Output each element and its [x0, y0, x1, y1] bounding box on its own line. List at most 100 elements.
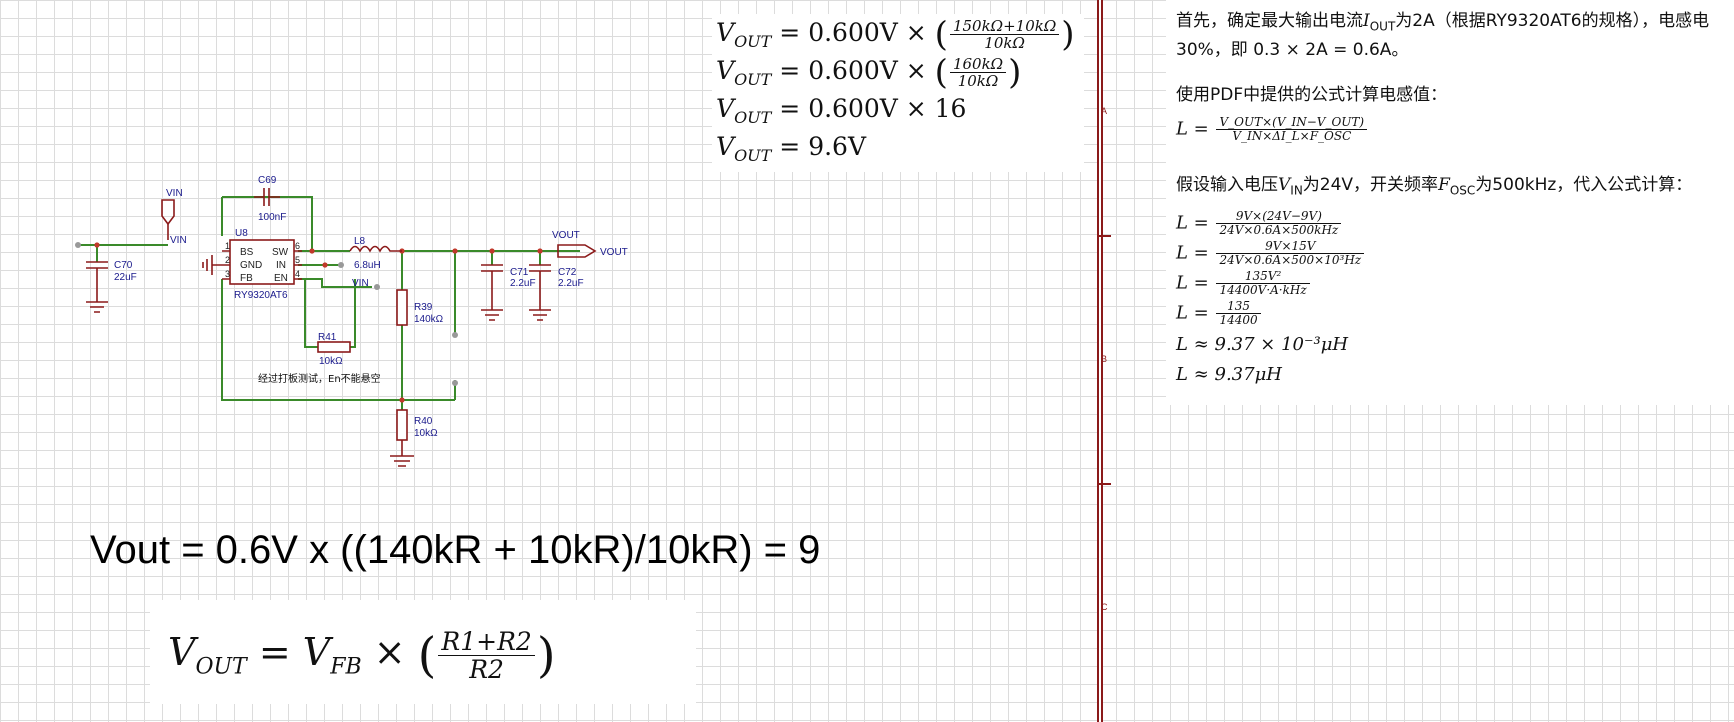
eq-fraction: 135V² 14400V·A·kHz [1216, 269, 1310, 298]
calc-line: L = 9V×15V 24V×0.6A×500×10³Hz [1176, 239, 1366, 267]
eq-lhs: L [1176, 364, 1188, 385]
paren-close: ) [1061, 14, 1075, 55]
c71-value: 2.2uF [510, 278, 536, 289]
u8-part: RY9320AT6 [234, 290, 288, 301]
c72-ref: C72 [558, 267, 577, 278]
resistor-r39[interactable]: R39 140kΩ [396, 289, 444, 326]
inductor-l8[interactable]: L8 6.8uH [349, 236, 402, 271]
ic-u8[interactable]: U8 RY9320AT6 1 2 3 BS GND FB SW IN EN 6 … [222, 228, 302, 301]
frac-num: 9V×(24V−9V) [1216, 209, 1342, 225]
frame-tick [1097, 235, 1111, 237]
frac-num: 135V² [1216, 269, 1310, 285]
paren-open: ( [934, 14, 948, 55]
zone-label: C [1101, 602, 1108, 612]
eq-lhs: L [1176, 242, 1188, 264]
paragraph-2: 30%，即 0.3 × 2A = 0.6A。 [1176, 40, 1409, 60]
l8-value: 6.8uH [354, 260, 381, 271]
resistor-r41[interactable]: R41 10kΩ [317, 332, 351, 367]
c72-value: 2.2uF [558, 278, 584, 289]
frame-tick [1097, 483, 1111, 485]
symbol-sub: OSC [1449, 183, 1476, 198]
text: 为2A（根据RY9320AT6的规格），电感电 [1395, 11, 1710, 31]
eq-rhs: ≈ 9.37μH [1193, 364, 1282, 385]
approx-line: L ≈ 9.37 × 10⁻³μH [1176, 334, 1348, 355]
equation-line: VOUT = 0.600V × (150kΩ+10kΩ 10kΩ) [716, 14, 1084, 55]
calc-line: L = 9V×(24V−9V) 24V×0.6A×500kHz [1176, 209, 1343, 238]
pin-num: 3 [225, 269, 230, 279]
eq-lhs-sub: OUT [734, 70, 772, 89]
vout-port[interactable]: VOUT VOUT [552, 230, 628, 258]
pin-name: EN [274, 273, 288, 284]
eq-lhs-sub: OUT [195, 654, 247, 680]
symbol: I [1363, 11, 1370, 31]
frac-num: 9V×15V [1216, 239, 1365, 255]
paragraph-3: 使用PDF中提供的公式计算电感值： [1176, 85, 1448, 105]
general-formula-box: VOUT = VFB × (R1+R2 R2) [150, 600, 696, 704]
eq-rhs: = 0.600V × 16 [779, 94, 967, 123]
r40-ref: R40 [414, 416, 433, 427]
capacitor-c70[interactable]: C70 22uF [86, 260, 137, 313]
capacitor-c71[interactable]: C71 2.2uF [481, 264, 536, 321]
frac-den: R2 [469, 655, 504, 684]
frac-den: 10kΩ [984, 34, 1025, 52]
eq-lhs: L [1176, 212, 1188, 234]
c70-value: 22uF [114, 272, 137, 283]
capacitor-c69[interactable]: C69 100nF [254, 175, 286, 223]
pin-num: 2 [225, 255, 230, 265]
eq-lhs: V [716, 132, 735, 161]
calc-line: L = 135V² 14400V·A·kHz [1176, 269, 1312, 298]
paragraph-4: 假设输入电压VIN为24V，开关频率FOSC为500kHz，代入公式计算： [1176, 170, 1692, 197]
r40-value: 10kΩ [414, 428, 438, 439]
eq-lhs: L [1176, 302, 1188, 324]
r41-ref: R41 [318, 332, 337, 343]
net-label: VOUT [600, 247, 628, 258]
c70-ref: C70 [114, 260, 133, 271]
resistor-r40[interactable]: R40 10kΩ [390, 409, 438, 467]
general-formula: VOUT = VFB × (R1+R2 R2) [150, 600, 696, 720]
eq-equals: = [258, 630, 291, 674]
eq-fraction: 9V×(24V−9V) 24V×0.6A×500kHz [1216, 209, 1342, 238]
eq-rhs: ≈ 9.37 × 10⁻³μH [1193, 334, 1349, 355]
net-label: VIN [166, 188, 183, 199]
pin-num: 5 [295, 255, 300, 265]
eq-fraction: V_OUT×(V_IN−V_OUT) V_IN×ΔI_L×F_OSC [1216, 115, 1368, 144]
approx-line: L ≈ 9.37μH [1176, 364, 1282, 385]
frac-den: V_IN×ΔI_L×F_OSC [1232, 129, 1352, 144]
eq-fraction: 9V×15V 24V×0.6A×500×10³Hz [1216, 239, 1365, 267]
eq-fraction: 135 14400 [1216, 299, 1261, 328]
frac-num: 160kΩ [949, 55, 1007, 73]
pin-num: 6 [295, 241, 300, 251]
eq-rhs: V [302, 630, 331, 674]
eq-lhs-sub: OUT [734, 108, 772, 127]
c71-ref: C71 [510, 267, 529, 278]
ground-symbol [202, 255, 222, 275]
r39-ref: R39 [414, 302, 433, 313]
eq-lhs-sub: OUT [734, 146, 772, 165]
eq-lhs: L [1176, 272, 1188, 294]
net-label: VOUT [552, 230, 580, 241]
pin-name: FB [240, 273, 253, 284]
pin-name: GND [240, 260, 262, 271]
eq-lhs: V [716, 56, 735, 85]
symbol: F [1438, 175, 1450, 195]
eq-lhs: V [716, 94, 735, 123]
symbol-sub: IN [1290, 183, 1303, 198]
pin-name: BS [240, 247, 254, 258]
frac-den: 14400V·A·kHz [1219, 283, 1307, 298]
frac-den: 10kΩ [957, 72, 999, 90]
vin-port[interactable]: VIN VIN [161, 188, 187, 246]
frac-den: 14400 [1219, 313, 1258, 328]
symbol: V [1278, 175, 1291, 195]
frac-num: 150kΩ+10kΩ [949, 17, 1060, 35]
equation-line: VOUT = 9.6V [716, 128, 1084, 166]
zone-label: B [1101, 354, 1108, 364]
capacitor-c72[interactable]: C72 2.2uF [529, 264, 584, 321]
paragraph-1: 首先，确定最大输出电流IOUT为2A（根据RY9320AT6的规格），电感电 [1176, 6, 1709, 33]
eq-rhs: = 9.6V [779, 132, 867, 161]
frac-den: 24V×0.6A×500kHz [1219, 223, 1339, 238]
eq-lhs: L [1176, 118, 1188, 140]
frac-num: R1+R2 [438, 627, 535, 656]
paren-close: ) [536, 627, 556, 684]
net-label: VIN [170, 235, 187, 246]
equation-line: VOUT = 0.600V × (160kΩ 10kΩ) [716, 52, 1084, 92]
